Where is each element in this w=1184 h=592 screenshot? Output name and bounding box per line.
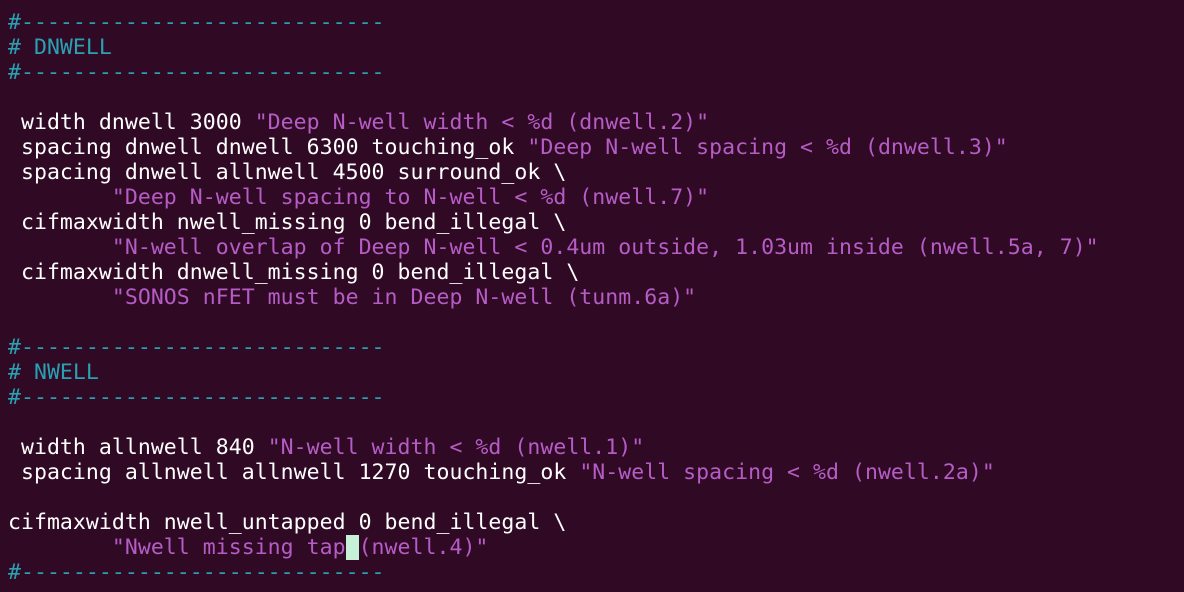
comment-text: # NWELL	[8, 360, 99, 385]
string-literal: "Deep N-well width < %d (dnwell.2)"	[254, 110, 710, 135]
comment-text: #----------------------------	[8, 560, 385, 585]
terminal-line: cifmaxwidth nwell_missing 0 bend_illegal…	[0, 210, 1184, 235]
terminal-line: cifmaxwidth nwell_untapped 0 bend_illega…	[0, 510, 1184, 535]
string-literal: "Deep N-well spacing to N-well < %d (nwe…	[111, 185, 710, 210]
string-literal: "Deep N-well spacing < %d (dnwell.3)"	[527, 135, 1008, 160]
string-literal: "SONOS nFET must be in Deep N-well (tunm…	[111, 285, 697, 310]
terminal-line: "SONOS nFET must be in Deep N-well (tunm…	[0, 285, 1184, 310]
code-text: spacing dnwell allnwell 4500 surround_ok…	[8, 160, 567, 185]
terminal-line: #----------------------------	[0, 560, 1184, 585]
terminal-line: spacing dnwell allnwell 4500 surround_ok…	[0, 160, 1184, 185]
string-literal: "N-well width < %d (nwell.1)"	[267, 435, 645, 460]
terminal-line: #----------------------------	[0, 10, 1184, 35]
code-text: spacing dnwell dnwell 6300 touching_ok	[8, 135, 528, 160]
comment-text: #----------------------------	[8, 60, 385, 85]
terminal-line: spacing dnwell dnwell 6300 touching_ok "…	[0, 135, 1184, 160]
text-cursor	[345, 535, 359, 560]
terminal-line: "Deep N-well spacing to N-well < %d (nwe…	[0, 185, 1184, 210]
terminal-line: "Nwell missing tap (nwell.4)"	[0, 535, 1184, 560]
comment-text: #----------------------------	[8, 385, 385, 410]
code-text: cifmaxwidth nwell_missing 0 bend_illegal…	[8, 210, 567, 235]
comment-text: #----------------------------	[8, 335, 385, 360]
comment-text: #----------------------------	[8, 10, 385, 35]
terminal-line: #----------------------------	[0, 385, 1184, 410]
code-text: cifmaxwidth nwell_untapped 0 bend_illega…	[8, 510, 567, 535]
terminal-line: # NWELL	[0, 360, 1184, 385]
terminal-line: cifmaxwidth dnwell_missing 0 bend_illega…	[0, 260, 1184, 285]
terminal-window[interactable]: #---------------------------- # DNWELL #--…	[0, 0, 1184, 592]
terminal-line: width dnwell 3000 "Deep N-well width < %…	[0, 110, 1184, 135]
code-text: spacing allnwell allnwell 1270 touching_…	[8, 460, 580, 485]
terminal-line: spacing allnwell allnwell 1270 touching_…	[0, 460, 1184, 485]
string-literal: (nwell.4)"	[358, 535, 489, 560]
code-text: width dnwell 3000	[8, 110, 255, 135]
terminal-line: "N-well overlap of Deep N-well < 0.4um o…	[0, 235, 1184, 260]
string-literal: "N-well overlap of Deep N-well < 0.4um o…	[111, 235, 1099, 260]
terminal-line: width allnwell 840 "N-well width < %d (n…	[0, 435, 1184, 460]
comment-text: # DNWELL	[8, 35, 112, 60]
terminal-line: # DNWELL	[0, 35, 1184, 60]
string-literal: "N-well spacing < %d (nwell.2a)"	[579, 460, 995, 485]
string-literal: "Nwell missing tap	[111, 535, 346, 560]
code-text: width allnwell 840	[8, 435, 268, 460]
terminal-line: #----------------------------	[0, 335, 1184, 360]
code-text: cifmaxwidth dnwell_missing 0 bend_illega…	[8, 260, 580, 285]
terminal-line: #----------------------------	[0, 60, 1184, 85]
